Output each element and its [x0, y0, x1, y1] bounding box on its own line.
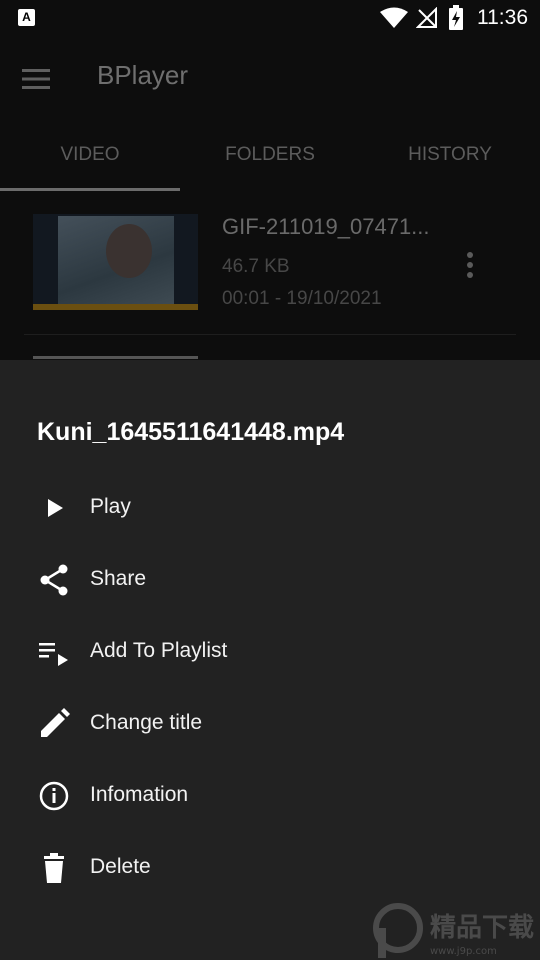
no-signal-icon	[416, 7, 437, 28]
playlist-add-icon	[39, 643, 68, 666]
sheet-file-title: Kuni_1645511641448.mp4	[37, 418, 345, 446]
menu-item-label: Add To Playlist	[90, 639, 228, 662]
pencil-icon	[41, 708, 70, 737]
menu-item-label: Play	[90, 495, 131, 518]
menu-item-share[interactable]: Share	[0, 550, 540, 610]
video-duration-date: 00:01 - 19/10/2021	[222, 288, 382, 309]
svg-text:精品下载: 精品下载	[430, 913, 534, 943]
clock-time: 11:36	[477, 6, 528, 29]
menu-item-change-title[interactable]: Change title	[0, 694, 540, 754]
play-icon	[48, 499, 63, 517]
more-options-icon[interactable]	[462, 250, 478, 280]
bottom-sheet-menu: Kuni_1645511641448.mp4 Play Share Add To…	[0, 360, 540, 960]
app-title: BPlayer	[97, 60, 189, 90]
next-thumbnail-edge	[33, 356, 198, 359]
info-icon	[39, 781, 69, 811]
notification-app-icon: A	[18, 9, 35, 26]
battery-charging-icon	[449, 5, 463, 30]
tab-folders[interactable]: FOLDERS	[180, 120, 360, 190]
tab-bar: VIDEO FOLDERS HISTORY	[0, 120, 540, 192]
menu-item-information[interactable]: Infomation	[0, 766, 540, 826]
video-title: GIF-211019_07471...	[222, 214, 430, 239]
menu-item-label: Delete	[90, 855, 151, 878]
video-thumbnail	[33, 214, 198, 310]
wifi-icon	[380, 7, 408, 28]
hamburger-menu-icon[interactable]	[22, 69, 50, 89]
status-bar: A 11:36	[0, 0, 540, 36]
svg-text:www.j9p.com: www.j9p.com	[430, 946, 497, 957]
site-watermark-logo: 精品下载 www.j9p.com	[373, 903, 534, 958]
thumbnail-progress-bar	[33, 304, 198, 310]
menu-item-label: Share	[90, 567, 147, 590]
menu-item-label: Change title	[90, 711, 203, 734]
row-divider	[24, 334, 516, 335]
video-size: 46.7 KB	[222, 256, 290, 277]
menu-item-delete[interactable]: Delete	[0, 838, 540, 898]
share-icon	[40, 564, 68, 596]
menu-item-label: Infomation	[90, 783, 189, 806]
video-list-item[interactable]: GIF-211019_07471... 46.7 KB 00:01 - 19/1…	[0, 200, 540, 335]
app-bar: BPlayer	[0, 36, 540, 120]
menu-item-play[interactable]: Play	[0, 478, 540, 538]
tab-history[interactable]: HISTORY	[360, 120, 540, 190]
menu-item-add-to-playlist[interactable]: Add To Playlist	[0, 622, 540, 682]
active-tab-indicator	[0, 188, 180, 191]
trash-icon	[44, 853, 64, 883]
tab-video[interactable]: VIDEO	[0, 120, 180, 190]
